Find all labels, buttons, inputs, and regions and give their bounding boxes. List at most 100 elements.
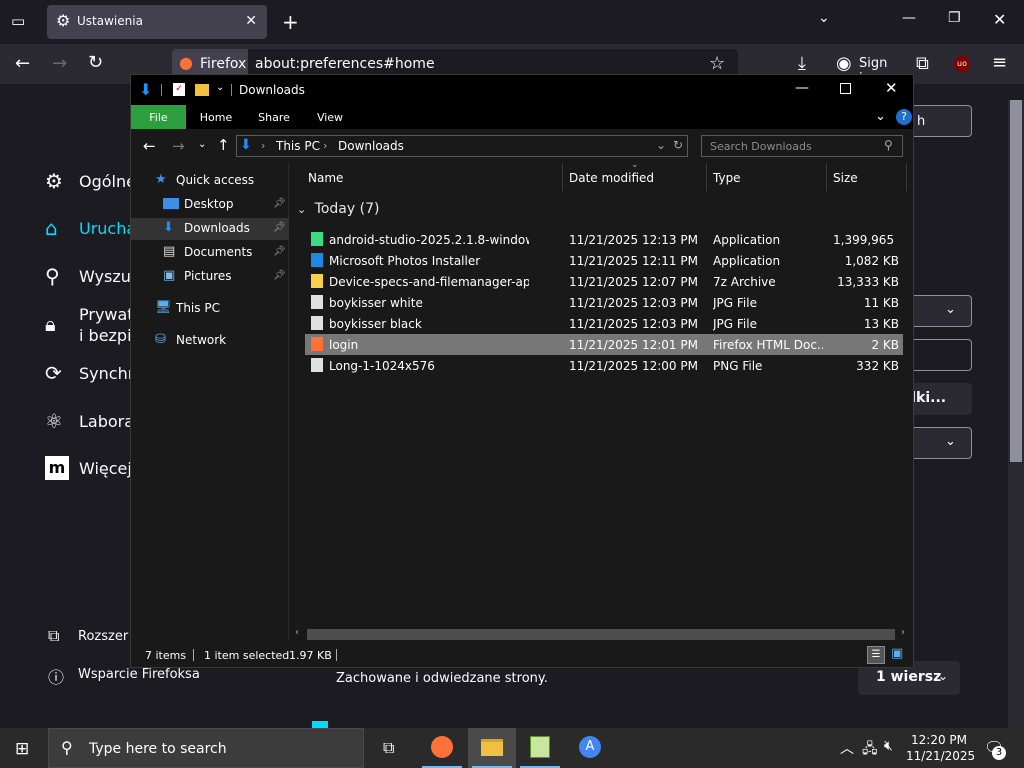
taskbar-app-file-explorer[interactable] — [468, 728, 516, 768]
category-label: Urucha — [79, 219, 137, 238]
file-date-modified: 11/21/2025 12:13 PM — [569, 233, 698, 247]
sync-icon: ⟳ — [45, 361, 62, 385]
ribbon-tab-view[interactable]: View — [307, 105, 353, 129]
chevron-down-icon[interactable]: ⌄ — [818, 10, 830, 26]
image-file-icon — [311, 316, 323, 330]
downloads-icon[interactable]: ⤓ — [798, 53, 806, 74]
scroll-left-icon[interactable]: ‹ — [295, 627, 299, 638]
network-status-icon[interactable]: 🖧︎ — [862, 738, 878, 762]
search-icon: ⚲ — [45, 264, 60, 288]
windows-start-icon[interactable]: ⊞ — [15, 739, 29, 759]
task-view-button[interactable]: ⧉ — [368, 728, 416, 768]
maximize-icon[interactable] — [840, 83, 851, 94]
installer-icon — [311, 253, 323, 267]
column-header-size[interactable]: Size — [827, 163, 907, 191]
system-clock[interactable]: 12:20 PM 11/21/2025 — [906, 732, 975, 764]
close-tab-icon[interactable]: ✕ — [245, 13, 257, 29]
tab-list-icon[interactable]: ▭ — [11, 12, 25, 30]
file-row[interactable]: Device-specs-and-filemanager-apk 11/21/20… — [305, 271, 903, 292]
ribbon-tab-file[interactable]: File — [131, 105, 186, 129]
tab-settings[interactable]: ⚙ Ustawienia ✕ — [47, 5, 267, 39]
help-icon: ⓘ — [48, 668, 65, 687]
recent-locations-icon[interactable]: ⌄ — [198, 139, 206, 150]
nav-pictures[interactable]: ▣ Pictures 📌︎ — [163, 266, 286, 288]
downloads-arrow-icon: ⬇ — [240, 137, 252, 153]
file-row[interactable]: Long-1-1024x576 11/21/2025 12:00 PM PNG Fi… — [305, 355, 903, 376]
pictures-folder-icon: ▣ — [163, 268, 176, 283]
new-folder-icon[interactable] — [195, 84, 209, 96]
file-size: 11 KB — [863, 296, 899, 310]
page-scrollbar[interactable] — [1008, 100, 1024, 728]
nav-network[interactable]: ⛁ Network — [155, 330, 285, 352]
file-type: PNG File — [713, 359, 763, 373]
details-view-icon[interactable]: ☰ — [867, 646, 885, 664]
taskbar-app-android-studio[interactable]: A — [566, 728, 614, 768]
scrollbar-thumb[interactable] — [1010, 100, 1022, 462]
scroll-right-icon[interactable]: › — [901, 627, 905, 638]
column-header-date[interactable]: Date modified ⌄ — [563, 160, 707, 191]
file-row[interactable]: login 11/21/2025 12:01 PM Firefox HTML Doc… — [305, 334, 903, 355]
nav-downloads[interactable]: ⬇ Downloads 📌︎ — [131, 218, 289, 240]
notepad-icon — [530, 736, 550, 758]
close-window-icon[interactable]: ✕ — [993, 10, 1006, 29]
close-window-icon[interactable]: ✕ — [885, 79, 898, 97]
up-icon[interactable]: ↑ — [217, 136, 230, 154]
nav-quick-access[interactable]: ★ Quick access — [155, 170, 285, 192]
ribbon-tab-home[interactable]: Home — [193, 105, 239, 129]
minimize-icon[interactable]: — — [902, 10, 916, 26]
bookmark-star-icon[interactable]: ☆ — [709, 53, 725, 74]
file-row[interactable]: boykisser black 11/21/2025 12:03 PM JPG Fi… — [305, 313, 903, 334]
show-hidden-icons[interactable]: ︿ — [840, 738, 854, 758]
column-header-name[interactable]: Name — [291, 163, 563, 191]
forward-icon[interactable]: → — [52, 53, 67, 74]
restore-icon[interactable]: ❐ — [948, 10, 961, 26]
nav-documents[interactable]: ▤ Documents 📌︎ — [163, 242, 286, 264]
file-type: 7z Archive — [713, 275, 776, 289]
support-checkbox[interactable] — [312, 721, 328, 728]
file-type: JPG File — [713, 317, 757, 331]
nav-label: Pictures — [184, 269, 232, 283]
menu-icon[interactable]: ≡ — [992, 52, 1007, 73]
volume-muted-icon[interactable]: 🔇︎ — [884, 738, 893, 754]
horizontal-scrollbar[interactable]: ‹ › — [291, 626, 913, 643]
breadcrumb-this-pc[interactable]: This PC — [276, 139, 320, 153]
taskbar-app-notepad[interactable] — [516, 728, 564, 768]
ublock-icon[interactable]: uo — [954, 56, 970, 72]
divider — [161, 84, 162, 96]
ribbon-tab-label: Home — [199, 111, 233, 124]
file-row[interactable]: boykisser white 11/21/2025 12:03 PM JPG Fi… — [305, 292, 903, 313]
expand-ribbon-icon[interactable]: ⌄ — [875, 109, 886, 124]
reload-icon[interactable]: ↻ — [88, 52, 103, 73]
refresh-icon[interactable]: ↻ — [673, 138, 683, 152]
column-header-label: Type — [713, 171, 741, 185]
column-header-type[interactable]: Type — [707, 163, 827, 191]
forward-icon[interactable]: → — [172, 137, 185, 155]
search-input[interactable]: Search Downloads ⚲ — [701, 135, 903, 157]
properties-icon[interactable]: ✓ — [173, 83, 185, 96]
taskbar-app-firefox[interactable] — [418, 728, 466, 768]
file-size: 1,082 KB — [844, 254, 899, 268]
address-bar[interactable]: ⬇ › This PC › Downloads ⌄ ↻ — [236, 135, 688, 157]
minimize-icon[interactable]: — — [795, 80, 809, 96]
ribbon-tab-share[interactable]: Share — [251, 105, 297, 129]
quick-access-dropdown-icon[interactable]: ⌄ — [216, 82, 224, 93]
taskbar-search-input[interactable]: ⚲ Type here to search — [48, 728, 364, 768]
new-tab-icon[interactable]: + — [282, 10, 299, 34]
address-dropdown-icon[interactable]: ⌄ — [656, 138, 666, 152]
large-icons-view-icon[interactable]: ▣ — [891, 646, 903, 661]
search-placeholder: Search Downloads — [710, 140, 812, 153]
group-header-today[interactable]: ⌄ Today (7) — [297, 201, 379, 217]
nav-desktop[interactable]: Desktop 📌︎ — [163, 194, 286, 216]
help-icon[interactable]: ? — [896, 109, 912, 125]
nav-this-pc[interactable]: 🖥︎ This PC — [155, 298, 285, 320]
extensions-icon[interactable]: ⧉ — [916, 53, 929, 74]
file-row[interactable]: android-studio-2025.2.1.8-windows 11/21/2… — [305, 229, 903, 250]
back-icon[interactable]: ← — [143, 137, 156, 155]
scrollbar-thumb[interactable] — [307, 629, 895, 640]
breadcrumb-downloads[interactable]: Downloads — [338, 139, 404, 153]
column-header-label: Date modified — [569, 171, 655, 185]
explorer-title-bar: ⬇ ✓ ⌄ Downloads — ✕ — [131, 75, 913, 105]
file-row[interactable]: Microsoft Photos Installer 11/21/2025 12:… — [305, 250, 903, 271]
category-label: Więcej — [79, 459, 132, 478]
back-icon[interactable]: ← — [15, 53, 30, 74]
